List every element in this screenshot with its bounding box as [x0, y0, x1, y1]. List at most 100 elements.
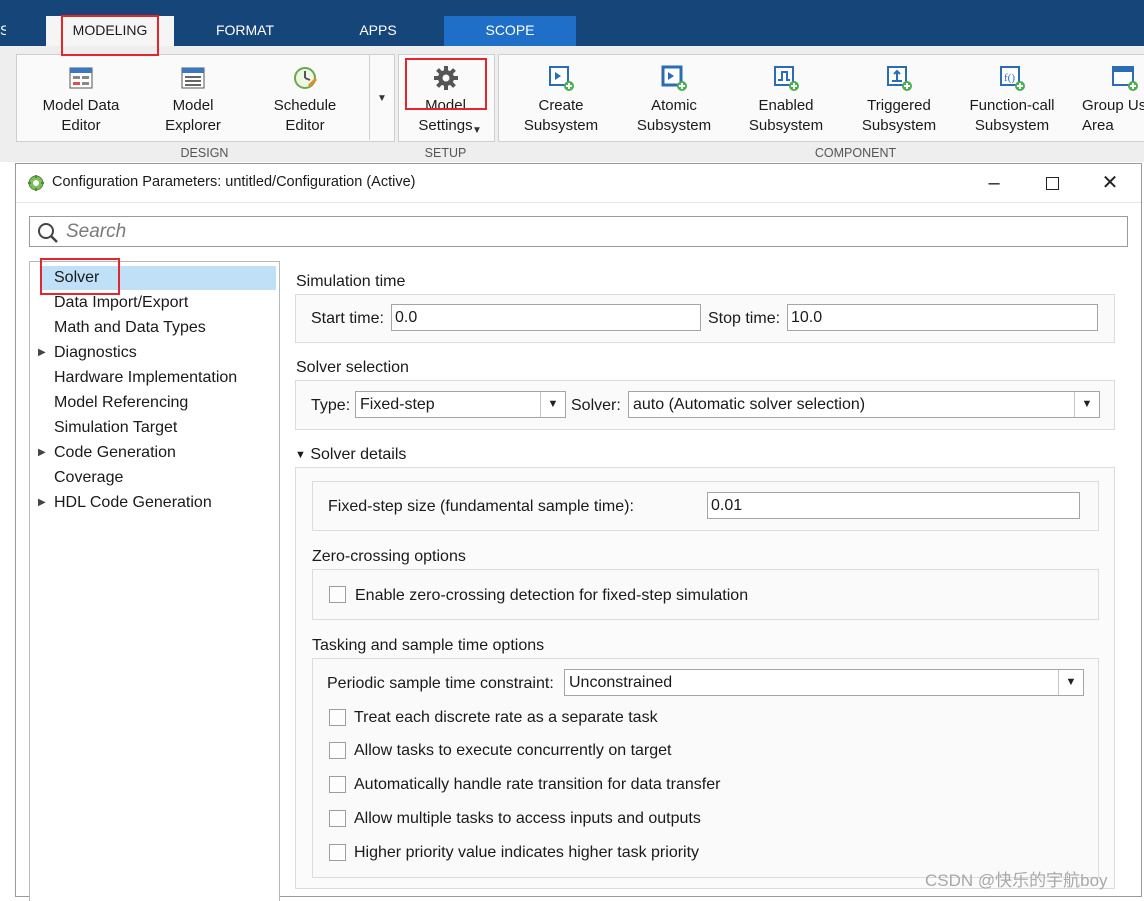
simulation-time-heading: Simulation time	[296, 273, 406, 290]
search-box[interactable]	[29, 216, 1128, 247]
design-more-chevron-icon[interactable]: ▼	[369, 54, 394, 140]
triggered-subsystem-button[interactable]: Triggered Subsystem	[843, 54, 955, 138]
tree-item-coverage[interactable]: Coverage	[30, 465, 277, 490]
minimize-icon[interactable]: –	[971, 164, 1017, 202]
periodic-constraint-label: Periodic sample time constraint:	[327, 675, 554, 692]
task-checkbox-label: Allow tasks to execute concurrently on t…	[354, 742, 672, 759]
expand-arrow-icon[interactable]: ▶	[38, 340, 46, 365]
chevron-down-icon[interactable]: ▼	[1058, 670, 1083, 695]
model-data-editor-icon	[69, 67, 93, 89]
task-checkbox-multiple-access[interactable]	[329, 810, 346, 827]
tab-apps[interactable]: APPS	[318, 16, 438, 46]
tree-item-code-generation[interactable]: ▶ Code Generation	[30, 440, 277, 465]
tree-item-label: Simulation Target	[54, 419, 178, 436]
task-checkbox-label: Treat each discrete rate as a separate t…	[354, 709, 658, 726]
start-time-label: Start time:	[311, 310, 384, 327]
close-icon[interactable]: ✕	[1087, 164, 1133, 202]
periodic-constraint-value: Unconstrained	[569, 674, 673, 691]
solver-select[interactable]: auto (Automatic solver selection) ▼	[628, 391, 1100, 418]
category-tree: Solver Data Import/Export Math and Data …	[29, 261, 280, 901]
schedule-editor-button[interactable]: Schedule Editor	[249, 54, 361, 138]
ribbon: Model Data Editor Model Explorer Schedul…	[0, 46, 1144, 162]
dialog-title: Configuration Parameters: untitled/Confi…	[52, 174, 416, 190]
highlight-modeling-tab	[61, 15, 159, 56]
create-subsystem-icon	[549, 66, 574, 91]
model-settings-chevron-icon[interactable]: ▼	[472, 125, 482, 136]
tree-item-diagnostics[interactable]: ▶ Diagnostics	[30, 340, 277, 365]
search-icon	[38, 223, 58, 243]
solver-details-toggle[interactable]: ▼ Solver details	[295, 446, 406, 464]
tree-item-model-referencing[interactable]: Model Referencing	[30, 390, 277, 415]
setup-group-label: SETUP	[424, 146, 467, 160]
task-checkbox-separate-task[interactable]	[329, 709, 346, 726]
configuration-parameters-dialog: Configuration Parameters: untitled/Confi…	[15, 163, 1142, 901]
task-checkbox-priority[interactable]	[329, 844, 346, 861]
tree-item-hdl-code-generation[interactable]: ▶ HDL Code Generation	[30, 490, 277, 515]
search-input[interactable]	[64, 219, 1068, 245]
group-using-area-button[interactable]: Group Us Area	[1068, 54, 1144, 138]
tab-partial[interactable]: S	[0, 16, 6, 46]
fixed-step-size-field[interactable]: 0.01	[707, 492, 1080, 519]
task-checkbox-concurrent[interactable]	[329, 742, 346, 759]
tab-format[interactable]: FORMAT	[185, 16, 305, 46]
solver-selection-heading: Solver selection	[296, 359, 409, 376]
expand-arrow-icon[interactable]: ▶	[38, 490, 46, 515]
stop-time-label: Stop time:	[708, 310, 781, 327]
function-call-subsystem-button[interactable]: f() Function-call Subsystem	[956, 54, 1068, 138]
enabled-subsystem-button[interactable]: Enabled Subsystem	[730, 54, 842, 138]
triggered-subsystem-label: Triggered Subsystem	[861, 97, 937, 134]
zero-crossing-checkbox[interactable]	[329, 586, 346, 603]
component-group-label: COMPONENT	[814, 146, 897, 160]
tree-item-label: Math and Data Types	[54, 319, 206, 336]
solver-label: Solver:	[571, 397, 621, 414]
chevron-down-icon[interactable]: ▼	[540, 392, 565, 417]
task-checkbox-label: Higher priority value indicates higher t…	[354, 844, 700, 861]
solver-type-select[interactable]: Fixed-step ▼	[355, 391, 566, 418]
task-checkbox-rate-transition[interactable]	[329, 776, 346, 793]
chevron-down-icon[interactable]: ▼	[1074, 392, 1099, 417]
model-data-editor-label: Model Data Editor	[42, 97, 120, 134]
schedule-editor-label: Schedule Editor	[273, 97, 337, 134]
start-time-field[interactable]: 0.0	[391, 304, 701, 331]
task-checkbox-label: Allow multiple tasks to access inputs an…	[354, 810, 701, 827]
schedule-editor-icon	[294, 67, 318, 89]
group-area-icon	[1112, 66, 1138, 91]
model-explorer-icon	[181, 67, 205, 89]
tree-item-label: Model Referencing	[54, 394, 189, 411]
model-explorer-label: Model Explorer	[165, 97, 221, 134]
tree-item-hardware-implementation[interactable]: Hardware Implementation	[30, 365, 277, 390]
watermark: CSDN @快乐的宇航boy	[925, 871, 1108, 890]
highlight-model-settings	[405, 58, 487, 110]
maximize-icon[interactable]	[1029, 164, 1075, 202]
solver-type-value: Fixed-step	[360, 396, 435, 413]
simulink-config-icon	[28, 175, 44, 191]
dialog-title-bar: Configuration Parameters: untitled/Confi…	[16, 164, 1141, 203]
fixed-step-size-label: Fixed-step size (fundamental sample time…	[328, 498, 634, 515]
solver-value: auto (Automatic solver selection)	[633, 396, 866, 413]
create-subsystem-button[interactable]: Create Subsystem	[505, 54, 617, 138]
atomic-subsystem-label: Atomic Subsystem	[636, 97, 712, 134]
zero-crossing-checkbox-label: Enable zero-crossing detection for fixed…	[355, 587, 749, 604]
zero-crossing-heading: Zero-crossing options	[312, 548, 466, 565]
atomic-subsystem-button[interactable]: Atomic Subsystem	[618, 54, 730, 138]
tree-item-math-data-types[interactable]: Math and Data Types	[30, 315, 277, 340]
tree-item-label: HDL Code Generation	[54, 494, 212, 511]
group-using-area-label: Group Us Area	[1082, 97, 1144, 134]
enabled-subsystem-icon	[774, 66, 799, 91]
svg-text:f(): f()	[1004, 72, 1015, 84]
model-data-editor-button[interactable]: Model Data Editor	[25, 54, 137, 138]
expand-arrow-icon[interactable]: ▶	[38, 440, 46, 465]
highlight-solver	[40, 258, 120, 295]
periodic-constraint-select[interactable]: Unconstrained ▼	[564, 669, 1084, 696]
stop-time-field[interactable]: 10.0	[787, 304, 1098, 331]
tasking-heading: Tasking and sample time options	[312, 637, 545, 654]
design-group-label: DESIGN	[180, 146, 229, 160]
triggered-subsystem-icon	[887, 66, 912, 91]
tree-item-label: Coverage	[54, 469, 124, 486]
model-explorer-button[interactable]: Model Explorer	[137, 54, 249, 138]
tree-item-simulation-target[interactable]: Simulation Target	[30, 415, 277, 440]
tree-item-label: Hardware Implementation	[54, 369, 238, 386]
tab-scope[interactable]: SCOPE	[444, 16, 576, 46]
create-subsystem-label: Create Subsystem	[523, 97, 599, 134]
collapse-arrow-icon[interactable]: ▼	[295, 449, 306, 461]
